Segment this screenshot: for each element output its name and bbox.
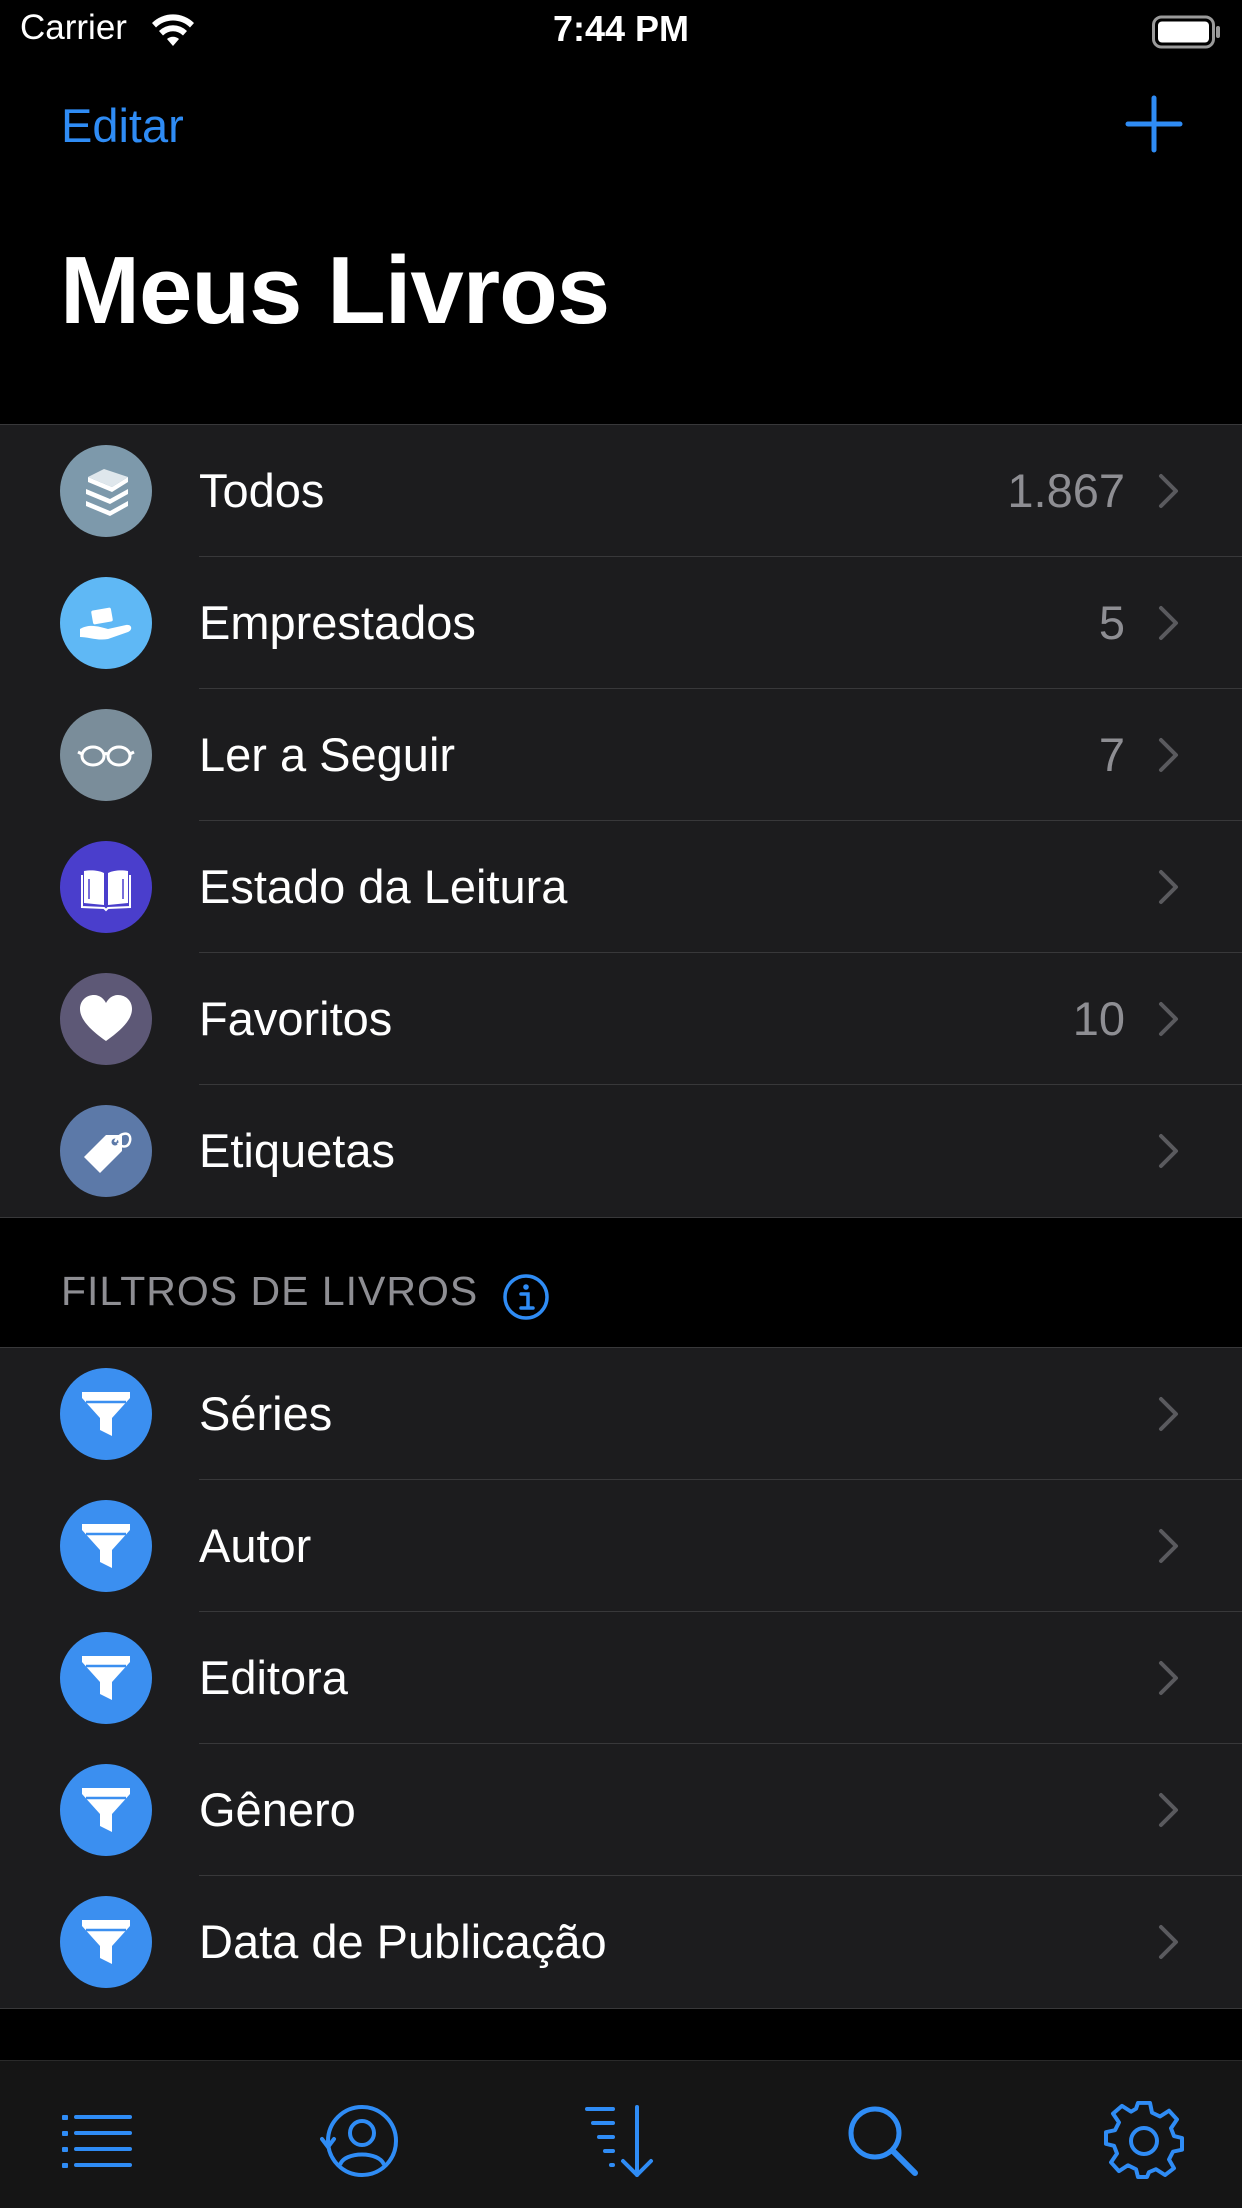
row-label: Favoritos [199,992,393,1045]
row-label: Estado da Leitura [199,860,568,913]
heart-icon [60,973,152,1065]
chevron-right-icon [1159,1661,1178,1695]
row-label: Emprestados [199,596,476,649]
row-count: 5 [1098,596,1125,649]
hand-giving-icon [60,577,152,669]
contact-icon [320,2105,398,2177]
row-label: Etiquetas [199,1124,395,1177]
row-label: Autor [199,1519,312,1572]
filter-funnel-icon [60,1896,152,1988]
tab-search[interactable] [843,2101,923,2181]
section-header-filters: FILTROS DE LIVROS [61,1268,479,1314]
tab-bar [0,2060,1242,2208]
chevron-right-icon [1159,474,1178,508]
page-title: Meus Livros [60,237,610,344]
gear-icon [1104,2100,1184,2179]
chevron-right-icon [1159,1134,1178,1168]
chevron-right-icon [1159,1529,1178,1563]
row-label: Todos [199,464,325,517]
chevron-right-icon [1159,870,1178,904]
screen: Carrier 7:44 PM Editar Meus Livros Todos… [0,0,1242,2208]
list-row-data-de-publicacao[interactable]: Data de Publicação [0,1876,1242,2008]
list-row-genero[interactable]: Gênero [0,1744,1242,1876]
books-stack-icon [60,445,152,537]
list-row-ler-a-seguir[interactable]: Ler a Seguir 7 [0,689,1242,821]
row-label: Séries [199,1387,333,1440]
filter-funnel-icon [60,1632,152,1724]
tab-settings[interactable] [1104,2100,1184,2181]
search-icon [848,2106,918,2176]
row-label: Data de Publicação [199,1915,607,1968]
tab-list[interactable] [58,2101,138,2181]
edit-button[interactable]: Editar [61,98,184,153]
filter-funnel-icon [60,1764,152,1856]
list-row-autor[interactable]: Autor [0,1480,1242,1612]
list-row-favoritos[interactable]: Favoritos 10 [0,953,1242,1085]
chevron-right-icon [1159,1397,1178,1431]
row-label: Editora [199,1651,348,1704]
list-row-todos[interactable]: Todos 1.867 [0,425,1242,557]
list-row-editora[interactable]: Editora [0,1612,1242,1744]
filter-funnel-icon [60,1500,152,1592]
status-time: 7:44 PM [552,8,690,49]
chevron-right-icon [1159,1793,1178,1827]
status-bar: Carrier 7:44 PM [0,0,1242,64]
battery-icon [1152,15,1220,49]
list-icon [62,2115,132,2168]
row-count: 1.867 [1007,464,1125,517]
row-count: 7 [1098,728,1125,781]
chevron-right-icon [1159,738,1178,772]
glasses-icon [60,709,152,801]
row-label: Ler a Seguir [199,728,456,781]
list-row-estado-da-leitura[interactable]: Estado da Leitura [0,821,1242,953]
library-list: Todos 1.867 Emprestados 5 Ler a Seguir 7… [0,424,1242,1218]
filters-list: Séries Autor Editora Gênero Data de Publ… [0,1347,1242,2009]
plus-icon[interactable] [1124,94,1184,154]
chevron-right-icon [1159,1925,1178,1959]
tab-sort[interactable] [581,2101,661,2181]
row-count: 10 [1072,992,1125,1045]
info-icon[interactable] [502,1273,550,1321]
filter-funnel-icon [60,1368,152,1460]
list-row-series[interactable]: Séries [0,1348,1242,1480]
tag-icon [60,1105,152,1197]
tab-contacts[interactable] [320,2101,400,2181]
sort-icon [585,2105,653,2177]
chevron-right-icon [1159,1002,1178,1036]
open-book-icon [60,841,152,933]
row-label: Gênero [199,1783,356,1836]
chevron-right-icon [1159,606,1178,640]
list-row-emprestados[interactable]: Emprestados 5 [0,557,1242,689]
list-row-etiquetas[interactable]: Etiquetas [0,1085,1242,1217]
